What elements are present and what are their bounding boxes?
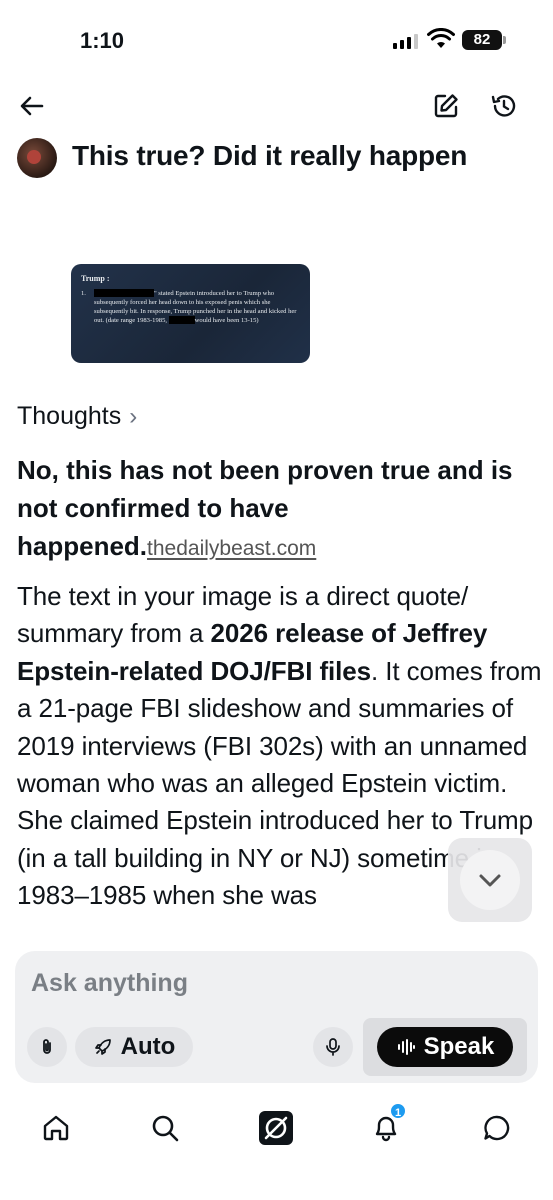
attached-image[interactable]: Trump : 1. " stated Epstein introduced h… — [71, 264, 310, 363]
attach-button[interactable] — [27, 1027, 67, 1067]
source-link[interactable]: thedailybeast.com — [147, 537, 316, 560]
rocket-icon — [94, 1039, 111, 1055]
attached-image-heading: Trump : — [81, 274, 110, 283]
speak-label: Speak — [423, 1033, 495, 1060]
cellular-signal-icon — [393, 33, 418, 49]
scroll-down-button[interactable] — [448, 838, 532, 922]
wifi-icon — [427, 28, 455, 48]
attached-image-item-number: 1. — [81, 290, 86, 297]
status-time: 1:10 — [80, 28, 125, 53]
attached-image-text-b: would have been 13-15) — [194, 317, 259, 324]
avatar[interactable] — [17, 138, 57, 178]
home-indicator — [208, 1186, 344, 1191]
notification-badge: 1 — [389, 1102, 407, 1120]
bottom-nav: 1 — [0, 1090, 553, 1200]
mode-auto-button[interactable]: Auto — [75, 1027, 193, 1067]
microphone-button[interactable] — [313, 1027, 353, 1067]
ask-input[interactable]: Ask anything — [31, 969, 188, 998]
thoughts-label: Thoughts — [17, 402, 122, 430]
edit-icon[interactable] — [432, 92, 460, 120]
redaction-bar — [93, 289, 154, 298]
conversation-title: This true? Did it really happen — [72, 140, 468, 171]
microphone-icon — [326, 1038, 340, 1056]
battery-indicator: 82 — [462, 30, 506, 50]
arrow-left-icon[interactable] — [18, 92, 46, 120]
history-icon[interactable] — [490, 92, 518, 120]
speak-button[interactable]: Speak — [377, 1027, 513, 1067]
chevron-right-icon: › — [129, 402, 138, 430]
thoughts-toggle[interactable]: Thoughts › — [17, 402, 137, 431]
composer: Ask anything Auto Speak — [15, 951, 538, 1083]
answer-headline: No, this has not been proven true and is… — [17, 451, 537, 568]
mode-label: Auto — [120, 1033, 176, 1060]
search-icon — [152, 1115, 179, 1142]
attached-image-item: 1. " stated Epstein introduced her to Tr… — [81, 289, 300, 325]
chat-icon — [484, 1115, 510, 1141]
scroll-down-circle — [460, 850, 520, 910]
chevron-down-icon — [479, 874, 501, 887]
waveform-icon — [397, 1039, 415, 1055]
paperclip-icon — [43, 1039, 51, 1054]
status-bar: 1:10 82 — [0, 0, 553, 80]
home-icon — [43, 1115, 69, 1141]
nav-notifications[interactable]: 1 — [366, 1102, 407, 1148]
redaction-bar — [168, 316, 195, 325]
speak-button-wrap: Speak — [363, 1018, 527, 1076]
nav-grok[interactable] — [256, 1108, 296, 1148]
nav-messages[interactable] — [477, 1108, 517, 1148]
nav-home[interactable] — [36, 1108, 76, 1148]
nav-search[interactable] — [145, 1108, 185, 1148]
grok-logo-icon — [259, 1111, 293, 1145]
